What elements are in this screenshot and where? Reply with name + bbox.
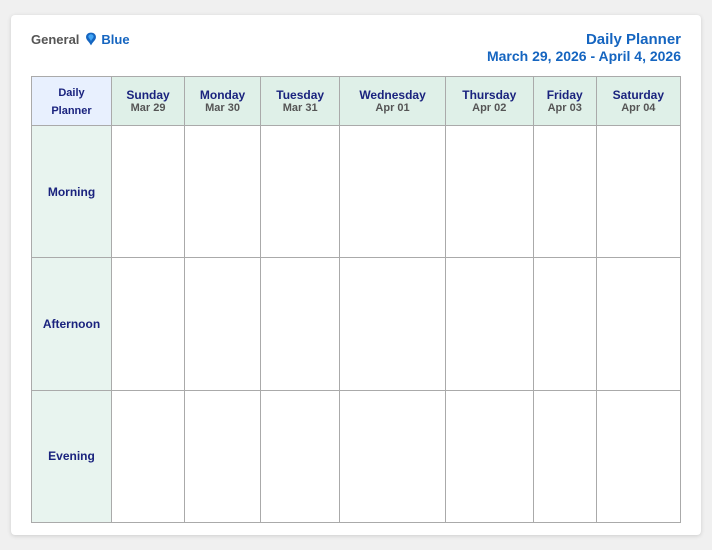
saturday-date: Apr 04 <box>601 102 676 114</box>
cell-evening-day0[interactable] <box>112 390 185 522</box>
tuesday-date: Mar 31 <box>265 102 335 114</box>
wednesday-name: Wednesday <box>344 88 440 102</box>
cell-morning-day6[interactable] <box>596 126 680 258</box>
cell-morning-day0[interactable] <box>112 126 185 258</box>
col-header-sunday: Sunday Mar 29 <box>112 77 185 126</box>
saturday-name: Saturday <box>601 88 676 102</box>
logo-area: General Blue <box>31 31 130 47</box>
table-row: Morning <box>32 126 681 258</box>
sunday-name: Sunday <box>116 88 180 102</box>
header-daily-line1: Daily <box>58 87 84 99</box>
header-daily-line2: Planner <box>51 105 91 117</box>
cell-morning-day2[interactable] <box>261 126 340 258</box>
calendar-table: Daily Planner Sunday Mar 29 Monday Mar 3… <box>31 76 681 523</box>
col-header-tuesday: Tuesday Mar 31 <box>261 77 340 126</box>
cell-morning-day3[interactable] <box>340 126 445 258</box>
cell-afternoon-day2[interactable] <box>261 258 340 390</box>
cell-afternoon-day6[interactable] <box>596 258 680 390</box>
friday-date: Apr 03 <box>538 102 592 114</box>
cell-evening-day3[interactable] <box>340 390 445 522</box>
cell-evening-day6[interactable] <box>596 390 680 522</box>
wednesday-date: Apr 01 <box>344 102 440 114</box>
cell-afternoon-day0[interactable] <box>112 258 185 390</box>
cell-evening-day2[interactable] <box>261 390 340 522</box>
logo-general-text: General <box>31 32 79 47</box>
cell-evening-day1[interactable] <box>185 390 261 522</box>
col-header-wednesday: Wednesday Apr 01 <box>340 77 445 126</box>
row-label-morning: Morning <box>32 126 112 258</box>
sunday-date: Mar 29 <box>116 102 180 114</box>
page: General Blue Daily Planner March 29, 202… <box>11 15 701 535</box>
table-body: MorningAfternoonEvening <box>32 126 681 523</box>
cell-afternoon-day3[interactable] <box>340 258 445 390</box>
thursday-date: Apr 02 <box>450 102 529 114</box>
header: General Blue Daily Planner March 29, 202… <box>31 31 681 64</box>
cell-evening-day5[interactable] <box>533 390 596 522</box>
header-row: Daily Planner Sunday Mar 29 Monday Mar 3… <box>32 77 681 126</box>
main-title: Daily Planner <box>487 31 681 48</box>
logo-blue-text: Blue <box>101 32 129 47</box>
row-label-afternoon: Afternoon <box>32 258 112 390</box>
col-header-friday: Friday Apr 03 <box>533 77 596 126</box>
cell-afternoon-day4[interactable] <box>445 258 533 390</box>
tuesday-name: Tuesday <box>265 88 335 102</box>
cell-morning-day5[interactable] <box>533 126 596 258</box>
date-range: March 29, 2026 - April 4, 2026 <box>487 48 681 64</box>
row-label-evening: Evening <box>32 390 112 522</box>
cell-morning-day4[interactable] <box>445 126 533 258</box>
title-area: Daily Planner March 29, 2026 - April 4, … <box>487 31 681 64</box>
monday-date: Mar 30 <box>189 102 256 114</box>
thursday-name: Thursday <box>450 88 529 102</box>
table-row: Afternoon <box>32 258 681 390</box>
cell-evening-day4[interactable] <box>445 390 533 522</box>
col-header-monday: Monday Mar 30 <box>185 77 261 126</box>
cell-afternoon-day1[interactable] <box>185 258 261 390</box>
cell-morning-day1[interactable] <box>185 126 261 258</box>
friday-name: Friday <box>538 88 592 102</box>
table-row: Evening <box>32 390 681 522</box>
monday-name: Monday <box>189 88 256 102</box>
col-header-thursday: Thursday Apr 02 <box>445 77 533 126</box>
col-header-daily-planner: Daily Planner <box>32 77 112 126</box>
col-header-saturday: Saturday Apr 04 <box>596 77 680 126</box>
cell-afternoon-day5[interactable] <box>533 258 596 390</box>
logo-bird-icon <box>83 31 99 47</box>
logo-text: General Blue <box>31 31 130 47</box>
